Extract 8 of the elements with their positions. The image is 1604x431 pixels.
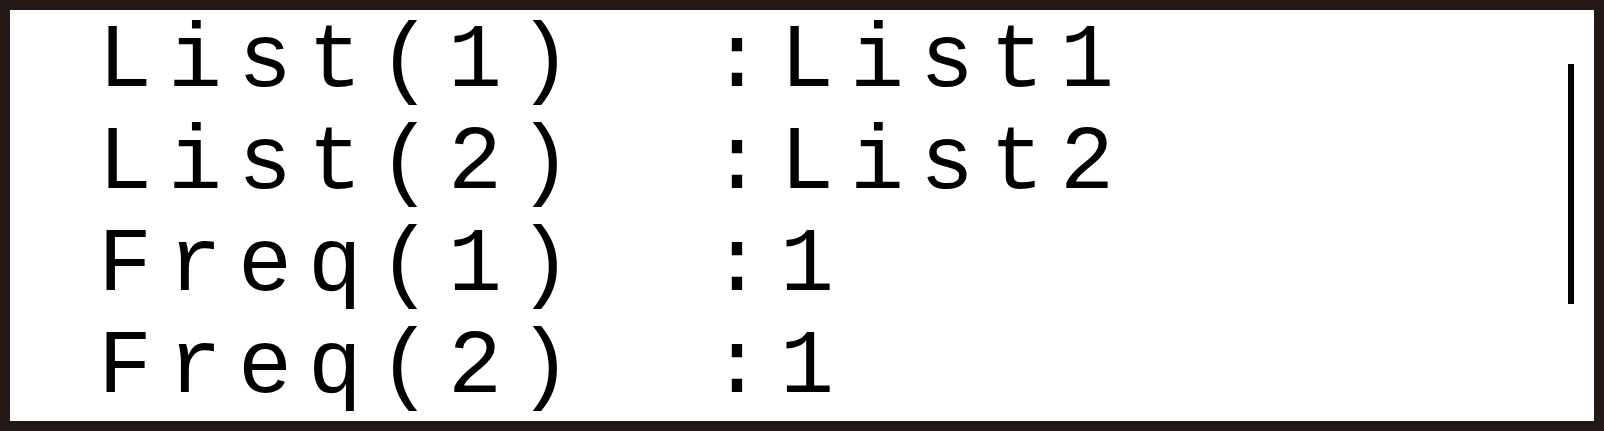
setting-value: :1 <box>710 317 851 419</box>
setting-label: List(1) <box>98 11 590 113</box>
setting-label: Freq(2) <box>98 317 590 419</box>
setting-label: Freq(1) <box>98 215 590 317</box>
setting-value: :List1 <box>710 11 1131 113</box>
setting-value: :1 <box>710 215 851 317</box>
setting-label: List(2) <box>98 113 590 215</box>
setting-value: :List2 <box>710 113 1131 215</box>
